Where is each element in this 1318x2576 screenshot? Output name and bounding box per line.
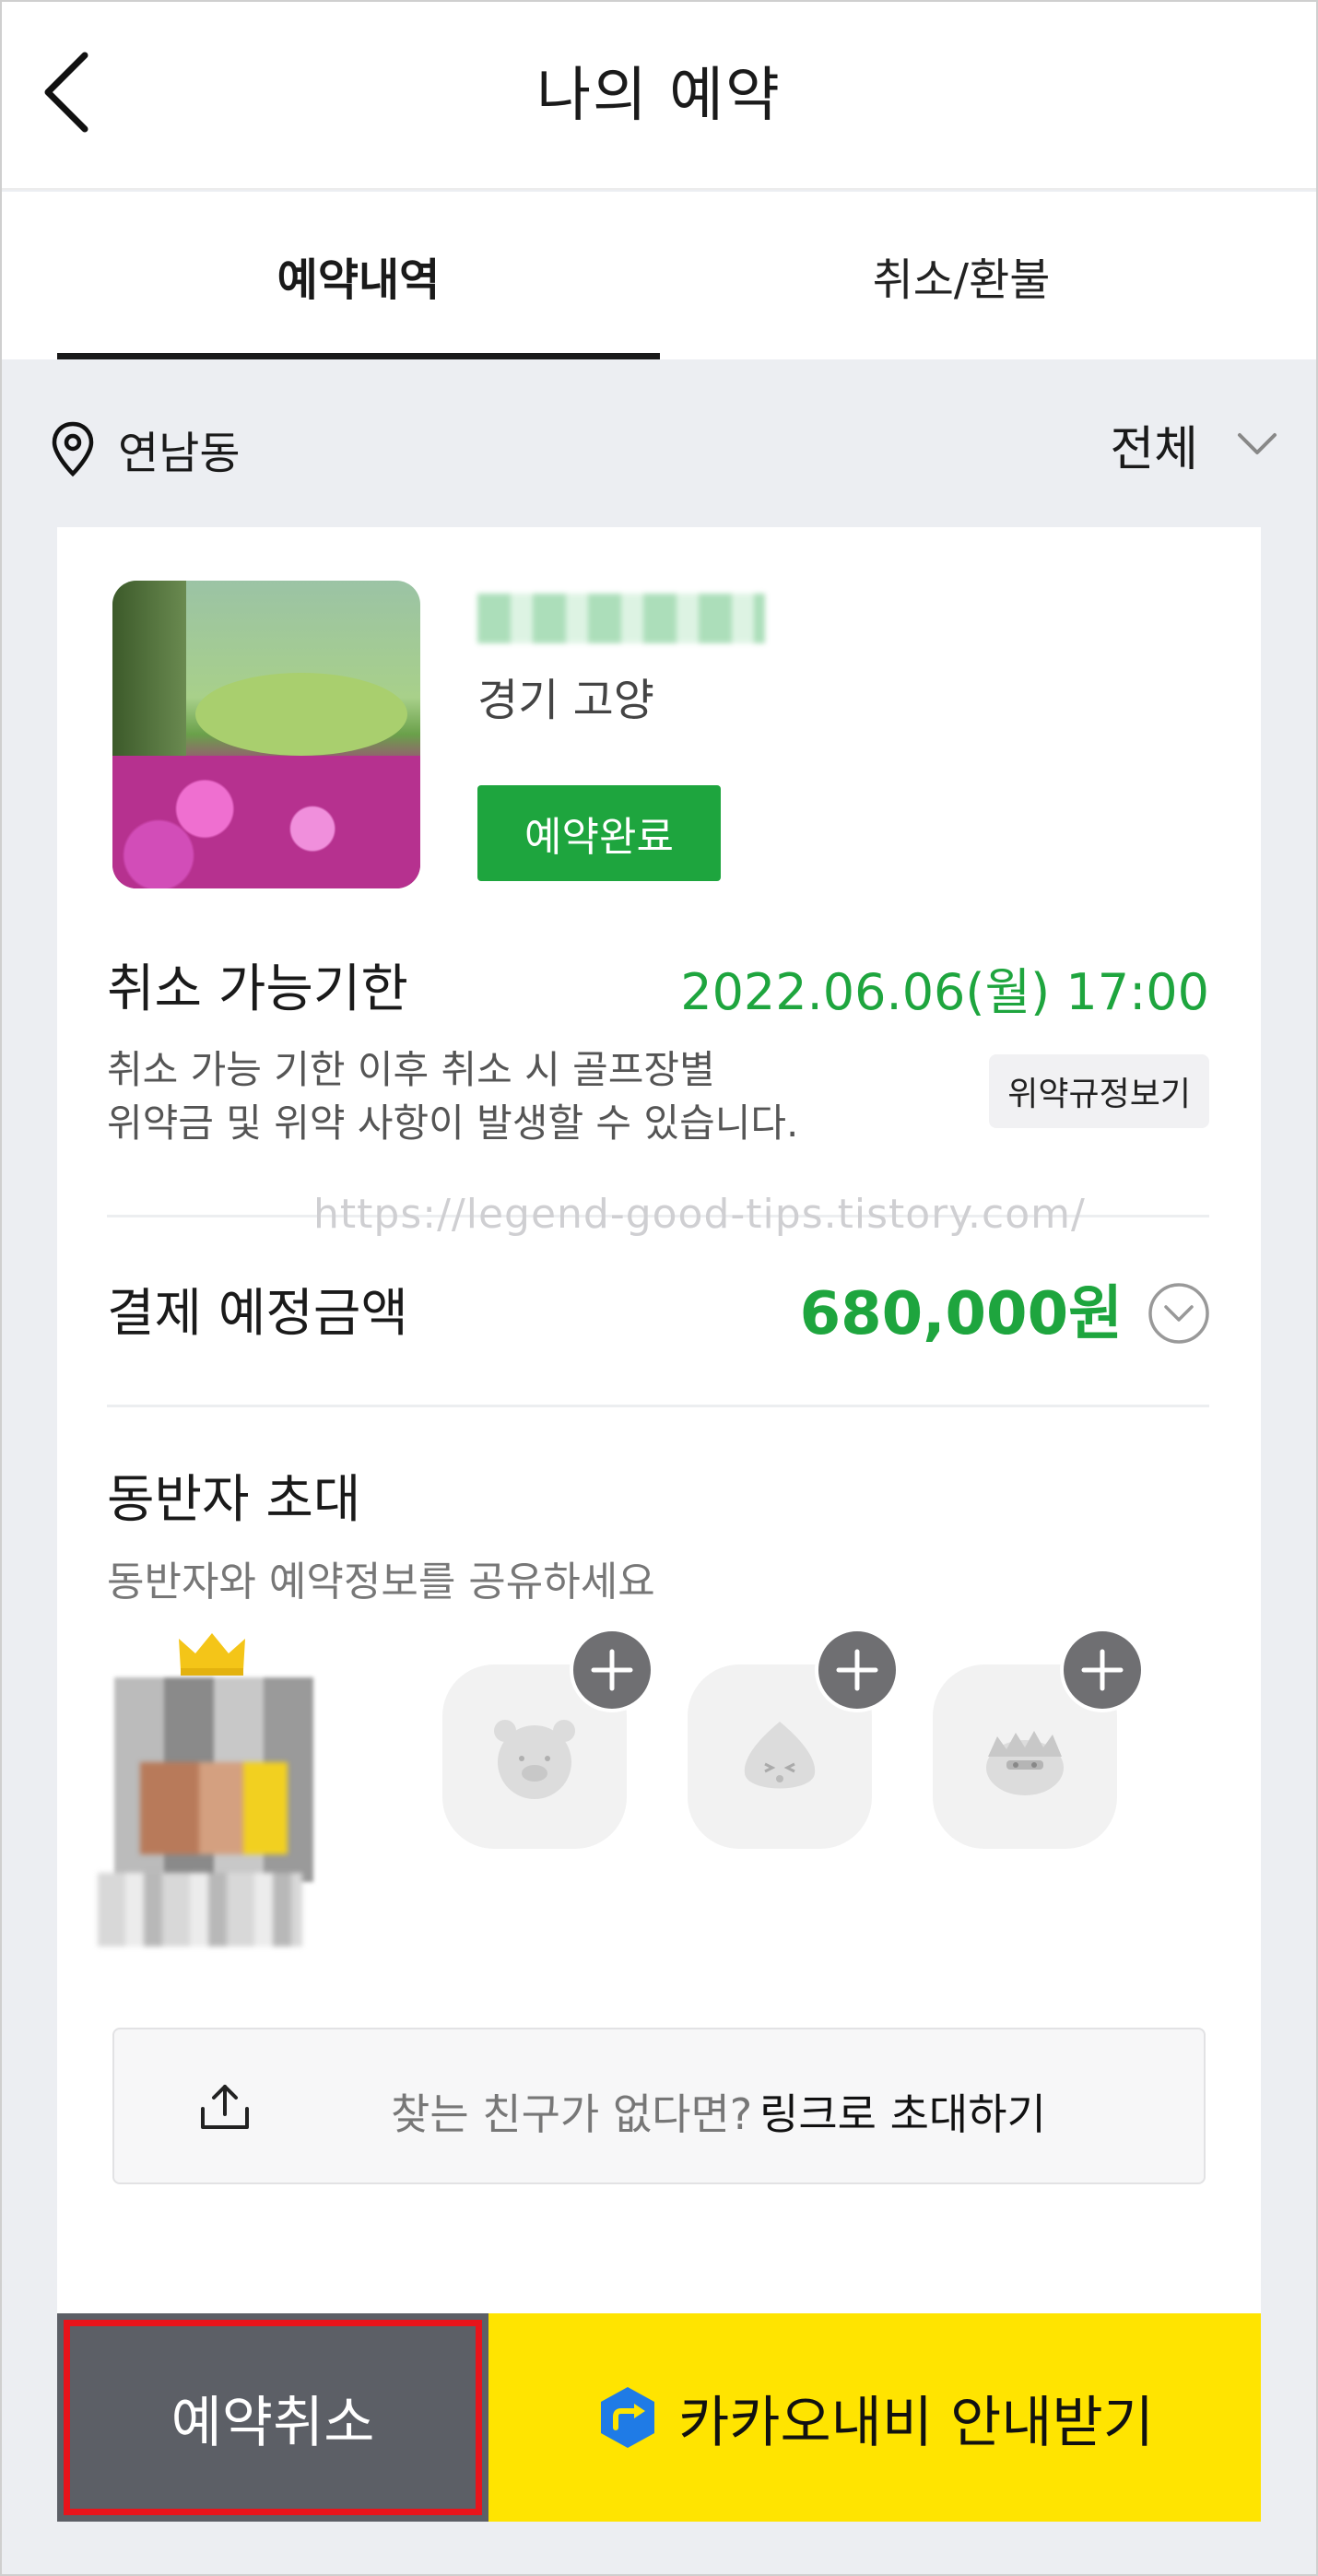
cancel-note: 취소 가능 기한 이후 취소 시 골프장별 위약금 및 위약 사항이 발생할 수… <box>107 1043 798 1150</box>
ryan-character-icon <box>494 1720 575 1799</box>
thumbnail-flowers <box>112 756 420 888</box>
tab-reservations[interactable]: 예약내역 <box>57 192 660 359</box>
share-upload-icon <box>201 2085 249 2129</box>
location-row: 연남동 전체 <box>0 359 1318 527</box>
location-name[interactable]: 연남동 <box>118 417 240 481</box>
course-region: 경기 고양 <box>477 675 654 726</box>
thumbnail-green <box>195 673 407 756</box>
chevron-down-circle-icon[interactable] <box>1147 1281 1211 1346</box>
course-name-redacted <box>477 594 765 643</box>
tab-cancel-refund[interactable]: 취소/환불 <box>660 192 1263 359</box>
apeach-character-icon <box>744 1722 816 1789</box>
plus-icon <box>1081 1649 1124 1691</box>
add-companion-button[interactable] <box>1060 1628 1145 1712</box>
reservation-card: 경기 고양 예약완료 취소 가능기한 2022.06.06(월) 17:00 취… <box>57 527 1261 2315</box>
cancel-note-line2: 위약금 및 위약 사항이 발생할 수 있습니다. <box>107 1100 799 1146</box>
plus-icon <box>591 1649 633 1691</box>
cancel-note-line1: 취소 가능 기한 이후 취소 시 골프장별 <box>107 1047 715 1092</box>
invite-question: 찾는 친구가 없다면? <box>391 2089 753 2139</box>
status-badge: 예약완료 <box>477 785 721 881</box>
page-title: 나의 예약 <box>536 62 782 130</box>
host-name-redacted <box>98 1873 302 1947</box>
add-companion-slot[interactable] <box>442 1628 654 1849</box>
invite-link-label: 링크로 초대하기 <box>759 2089 1046 2139</box>
add-companion-slot[interactable] <box>933 1628 1145 1849</box>
payment-amount: 680,000원 <box>799 1280 1123 1348</box>
location-pin-icon <box>52 421 94 477</box>
filter-label: 전체 <box>1110 421 1198 477</box>
crown-icon <box>179 1633 245 1676</box>
divider <box>107 1405 1209 1407</box>
active-tab-indicator <box>57 353 660 359</box>
kakao-navi-icon <box>601 2387 655 2448</box>
companion-title: 동반자 초대 <box>107 1470 361 1530</box>
add-companion-button[interactable] <box>815 1628 900 1712</box>
penalty-policy-button[interactable]: 위약규정보기 <box>989 1054 1209 1128</box>
frodo-character-icon <box>986 1731 1064 1795</box>
plus-icon <box>836 1649 878 1691</box>
watermark: https://legend-good-tips.tistory.com/ <box>313 1191 1086 1238</box>
tab-bar: 예약내역 취소/환불 <box>0 192 1318 359</box>
cancel-reservation-button[interactable]: 예약취소 <box>57 2313 488 2522</box>
chevron-down-icon <box>1238 433 1277 454</box>
invite-by-link-button[interactable]: 찾는 친구가 없다면? 링크로 초대하기 <box>112 2028 1206 2184</box>
cancel-deadline-label: 취소 가능기한 <box>107 959 408 1019</box>
payment-label: 결제 예정금액 <box>107 1284 408 1344</box>
kakao-navi-button[interactable]: 카카오내비 안내받기 <box>488 2313 1261 2522</box>
cancel-deadline-value: 2022.06.06(월) 17:00 <box>680 963 1209 1021</box>
app-header: 나의 예약 <box>0 0 1318 190</box>
golf-course-thumbnail[interactable] <box>112 581 420 888</box>
add-companion-slot[interactable] <box>688 1628 900 1849</box>
add-companion-button[interactable] <box>570 1628 654 1712</box>
host-avatar-detail <box>140 1762 288 1854</box>
filter-dropdown[interactable]: 전체 <box>1110 407 1277 481</box>
companion-subtitle: 동반자와 예약정보를 공유하세요 <box>107 1559 655 1606</box>
kakao-navi-label: 카카오내비 안내받기 <box>678 2390 1154 2455</box>
